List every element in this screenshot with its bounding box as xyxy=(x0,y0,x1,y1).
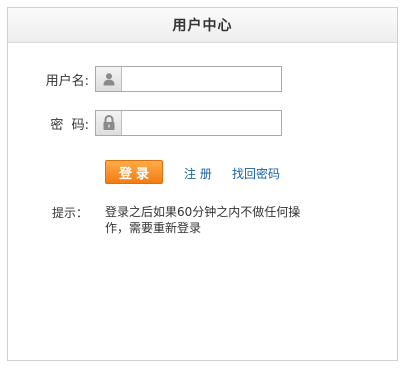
panel-title: 用户中心 xyxy=(172,18,233,34)
panel-header: 用户中心 xyxy=(8,8,397,43)
tip-label: 提示： xyxy=(52,206,89,220)
password-field[interactable] xyxy=(95,110,282,136)
login-button[interactable]: 登录 xyxy=(105,160,163,184)
username-label: 用户名: xyxy=(45,73,89,89)
tip-text: 登录之后如果60分钟之内不做任何操作，需要重新登录 xyxy=(105,205,301,235)
user-center-panel: 用户中心 用户名: 密 码: 登录 注 册 找回密码 提示： 登录之后如果60分… xyxy=(7,7,398,361)
recover-password-link[interactable]: 找回密码 xyxy=(232,165,280,182)
password-input[interactable] xyxy=(122,112,281,134)
password-row: 密 码: xyxy=(8,110,282,136)
user-icon xyxy=(96,67,122,91)
username-input[interactable] xyxy=(122,68,281,90)
password-label: 密 码: xyxy=(50,117,89,133)
lock-icon xyxy=(96,111,122,135)
register-link[interactable]: 注 册 xyxy=(184,165,212,182)
username-field[interactable] xyxy=(95,66,282,92)
username-row: 用户名: xyxy=(8,66,282,92)
